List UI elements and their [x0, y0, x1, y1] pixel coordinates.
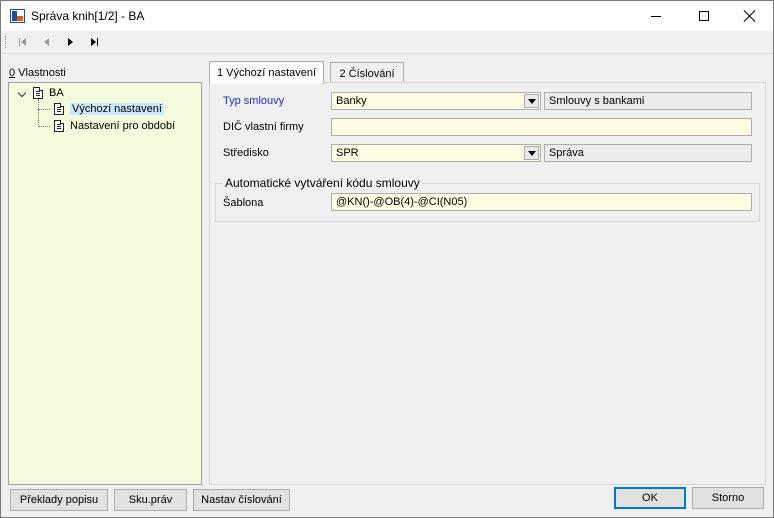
document-icon — [54, 103, 64, 115]
typ-smlouvy-combo[interactable]: Banky — [331, 92, 541, 110]
toolbar-separator — [1, 53, 773, 54]
chevron-down-icon — [527, 150, 536, 156]
last-record-icon — [90, 38, 96, 46]
sablona-label: Šablona — [223, 197, 264, 209]
ok-button[interactable]: OK — [614, 487, 686, 509]
stredisko-description: Správa — [544, 144, 752, 162]
document-icon — [33, 87, 43, 99]
preklady-popisu-button[interactable]: Překlady popisu — [10, 489, 108, 511]
typ-smlouvy-label[interactable]: Typ smlouvy — [223, 95, 284, 107]
tree-node-vychozi-nastaveni[interactable]: Výchozí nastavení — [54, 101, 164, 117]
next-record-icon — [67, 38, 73, 46]
close-icon — [744, 10, 756, 22]
dic-label: DIČ vlastní firmy — [223, 121, 304, 133]
first-record-icon — [18, 38, 20, 46]
next-record-button[interactable] — [63, 35, 77, 49]
tree-node-label: Výchozí nastavení — [70, 103, 164, 115]
tree-node-label: Nastavení pro období — [70, 120, 176, 132]
maximize-icon — [699, 11, 709, 21]
stredisko-value: SPR — [336, 147, 359, 159]
tab-vychozi-nastaveni[interactable]: 1 Výchozí nastavení — [209, 61, 324, 84]
document-icon — [54, 120, 64, 132]
stredisko-dropdown-button[interactable] — [524, 146, 539, 160]
nastav-cislovani-button[interactable]: Nastav číslování — [193, 489, 290, 511]
collapse-icon[interactable] — [18, 89, 27, 98]
close-button[interactable] — [727, 1, 773, 31]
previous-record-button[interactable] — [39, 35, 53, 49]
dic-field[interactable] — [331, 118, 752, 136]
sablona-field[interactable]: @KN()-@OB(4)-@CI(N05) — [331, 193, 752, 211]
sku-prav-button[interactable]: Sku.práv — [114, 489, 187, 511]
app-logo-icon — [10, 9, 25, 23]
tree-node-label: BA — [49, 87, 64, 99]
dialog-window: Správa knih[1/2] - BA 0 Vlastnosti BA Vý… — [0, 0, 774, 518]
minimize-button[interactable] — [633, 1, 679, 31]
window-title: Správa knih[1/2] - BA — [31, 9, 145, 23]
group-title: Automatické vytváření kódu smlouvy — [223, 176, 422, 190]
toolbar-grip[interactable] — [5, 36, 7, 48]
tab-cislovani[interactable]: 2 Číslování — [330, 62, 404, 84]
tree-node-nastaveni-pro-obdobi[interactable]: Nastavení pro období — [54, 118, 175, 134]
stredisko-label: Středisko — [223, 147, 269, 159]
last-record-button[interactable] — [87, 35, 101, 49]
properties-label: 0 Vlastnosti — [9, 67, 66, 79]
chevron-down-icon — [527, 98, 536, 104]
stredisko-combo[interactable]: SPR — [331, 144, 541, 162]
properties-tree[interactable]: BA Výchozí nastavení Nastavení pro obdob… — [8, 82, 202, 485]
minimize-icon — [651, 15, 661, 17]
title-bar: Správa knih[1/2] - BA — [1, 1, 773, 31]
typ-smlouvy-value: Banky — [336, 95, 367, 107]
previous-record-icon — [43, 38, 49, 46]
storno-button[interactable]: Storno — [692, 487, 764, 509]
first-record-button[interactable] — [15, 35, 29, 49]
tab-content-panel — [209, 82, 766, 485]
typ-smlouvy-dropdown-button[interactable] — [524, 94, 539, 108]
maximize-button[interactable] — [681, 1, 727, 31]
navigation-toolbar — [1, 31, 773, 53]
typ-smlouvy-description: Smlouvy s bankami — [544, 92, 752, 110]
tree-node-ba[interactable]: BA — [18, 85, 64, 101]
